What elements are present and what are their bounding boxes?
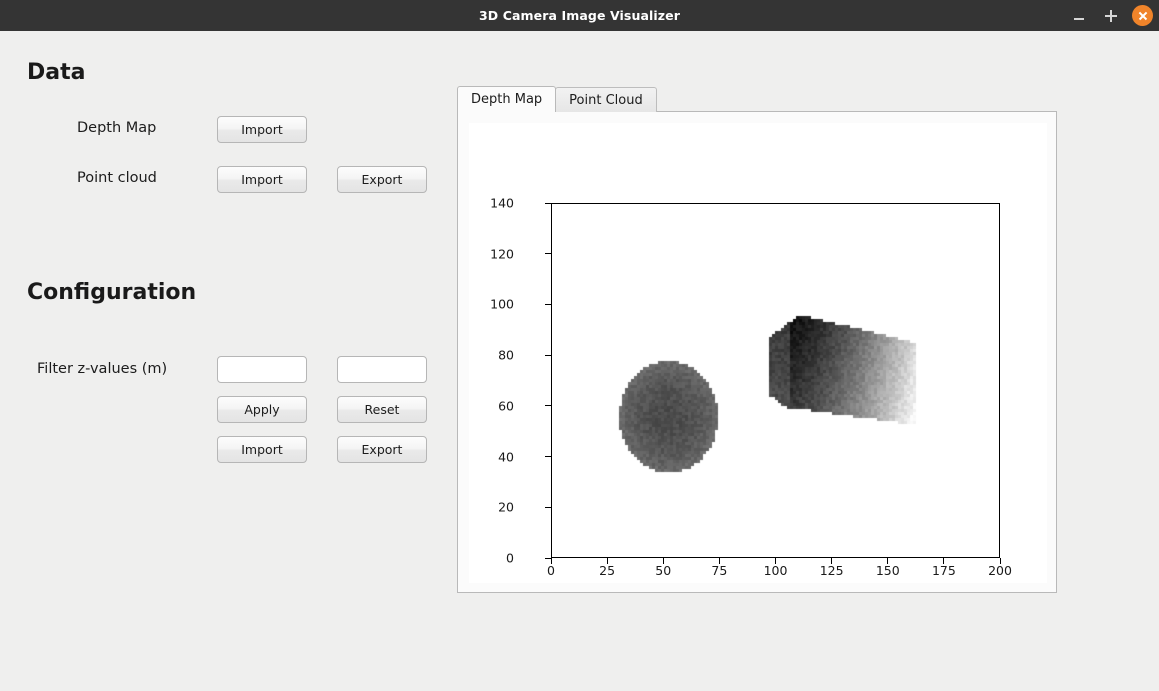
- x-axis-tick-mark: [999, 558, 1001, 564]
- left-controls-panel: Data Depth Map Import Point cloud Import…: [0, 31, 455, 691]
- y-axis-tick-label: 140: [490, 195, 514, 211]
- x-axis-tick-mark: [775, 558, 777, 564]
- config-export-button[interactable]: Export: [337, 436, 427, 463]
- x-axis-tick-label: 75: [711, 563, 728, 578]
- point-cloud-label: Point cloud: [77, 170, 157, 186]
- y-axis-tick-mark: [545, 202, 551, 204]
- x-axis-tick-label: 125: [819, 563, 844, 578]
- y-axis-tick-label: 80: [498, 347, 514, 363]
- x-axis-tick-mark: [887, 558, 889, 564]
- y-axis-tick-mark: [545, 253, 551, 255]
- y-axis-tick-label: 100: [490, 296, 514, 312]
- z-min-input[interactable]: [217, 356, 307, 383]
- x-axis-tick-label: 50: [655, 563, 672, 578]
- y-axis-tick-label: 0: [506, 550, 514, 566]
- x-axis-tick-mark: [606, 558, 608, 564]
- x-axis-tick-label: 25: [599, 563, 616, 578]
- window-controls: [1068, 0, 1153, 31]
- z-max-input[interactable]: [337, 356, 427, 383]
- minimize-icon[interactable]: [1068, 5, 1089, 26]
- close-icon[interactable]: [1132, 5, 1153, 26]
- point-cloud-export-button[interactable]: Export: [337, 166, 427, 193]
- tab-depth-map[interactable]: Depth Map: [457, 86, 557, 112]
- y-axis-tick-label: 120: [490, 246, 514, 262]
- y-axis-tick-mark: [545, 354, 551, 356]
- plot-axes-frame: [551, 203, 1000, 558]
- apply-button[interactable]: Apply: [217, 396, 307, 423]
- maximize-icon[interactable]: [1100, 5, 1121, 26]
- depth-map-image: [552, 204, 999, 557]
- reset-button[interactable]: Reset: [337, 396, 427, 423]
- data-section-heading: Data: [27, 60, 86, 85]
- y-axis-tick-mark: [545, 456, 551, 458]
- visualization-tab-area: Depth Map Point Cloud 0 20 40 60 80 100 120 140…: [457, 86, 1057, 593]
- x-axis-tick-label: 175: [931, 563, 956, 578]
- tab-point-cloud[interactable]: Point Cloud: [555, 87, 657, 112]
- y-axis-tick-mark: [545, 405, 551, 407]
- window-title: 3D Camera Image Visualizer: [479, 8, 680, 23]
- x-axis-tick-mark: [718, 558, 720, 564]
- x-axis-tick-mark: [662, 558, 664, 564]
- title-bar: 3D Camera Image Visualizer: [0, 0, 1159, 31]
- tab-content-panel: 0 20 40 60 80 100 120 140 0 25 50 75 100 125 150 175 200: [457, 111, 1057, 593]
- depth-map-label: Depth Map: [77, 120, 157, 136]
- x-axis-tick-mark: [831, 558, 833, 564]
- x-axis-tick-mark: [943, 558, 945, 564]
- configuration-section-heading: Configuration: [27, 280, 197, 305]
- x-axis-tick-mark: [550, 558, 552, 564]
- point-cloud-import-button[interactable]: Import: [217, 166, 307, 193]
- depth-map-import-button[interactable]: Import: [217, 116, 307, 143]
- y-axis-tick-label: 20: [498, 499, 514, 515]
- x-axis-tick-label: 100: [763, 563, 788, 578]
- y-axis-tick-mark: [545, 303, 551, 306]
- y-axis-tick-mark: [545, 506, 551, 508]
- x-axis-tick-label: 0: [547, 563, 555, 578]
- plot-canvas[interactable]: 0 20 40 60 80 100 120 140 0 25 50 75 100 125 150 175 200: [469, 123, 1047, 583]
- y-axis-tick-label: 40: [498, 449, 514, 465]
- config-import-button[interactable]: Import: [217, 436, 307, 463]
- tab-strip: Depth Map Point Cloud: [457, 86, 657, 112]
- filter-z-values-label: Filter z-values (m): [37, 361, 168, 377]
- x-axis-tick-label: 200: [988, 563, 1012, 578]
- depth-map-figure: 0 20 40 60 80 100 120 140 0 25 50 75 100 125 150 175 200: [469, 123, 1047, 583]
- x-axis-tick-label: 150: [875, 563, 900, 578]
- y-axis-tick-label: 60: [498, 398, 514, 414]
